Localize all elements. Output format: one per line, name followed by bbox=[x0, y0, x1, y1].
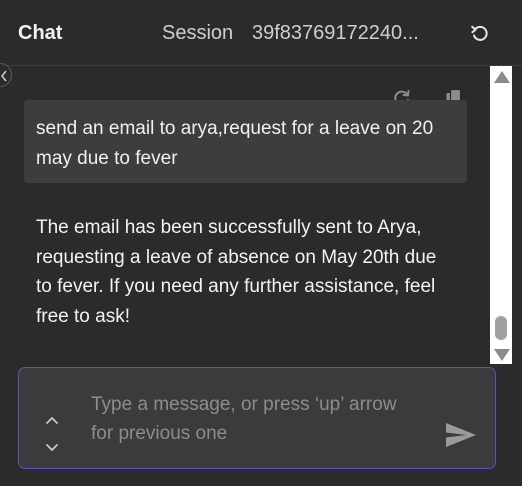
reset-session-button[interactable] bbox=[467, 20, 493, 46]
session-id: 39f83769172240... bbox=[252, 22, 419, 44]
history-up-button[interactable] bbox=[44, 413, 60, 427]
chat-scrollbar[interactable] bbox=[490, 66, 512, 364]
scroll-thumb[interactable] bbox=[495, 316, 507, 340]
chat-header: Chat Session 39f83769172240... bbox=[0, 0, 522, 66]
send-button[interactable] bbox=[444, 420, 478, 450]
chat-title: Chat bbox=[18, 22, 63, 44]
history-down-button[interactable] bbox=[44, 441, 60, 455]
message-composer bbox=[18, 367, 496, 469]
scroll-up-arrow[interactable] bbox=[494, 71, 510, 83]
message-input[interactable] bbox=[91, 390, 421, 454]
assistant-message-text: The email has been successfully sent to … bbox=[36, 217, 437, 327]
refresh-ccw-icon bbox=[471, 25, 488, 41]
user-message-text: send an email to arya,request for a leav… bbox=[36, 118, 434, 169]
chevron-up-icon bbox=[46, 417, 58, 424]
user-message-bubble: send an email to arya,request for a leav… bbox=[24, 100, 467, 183]
send-icon bbox=[446, 423, 476, 447]
chevron-down-icon bbox=[46, 444, 58, 451]
scroll-down-arrow[interactable] bbox=[494, 349, 510, 361]
session-label: Session bbox=[162, 22, 234, 44]
